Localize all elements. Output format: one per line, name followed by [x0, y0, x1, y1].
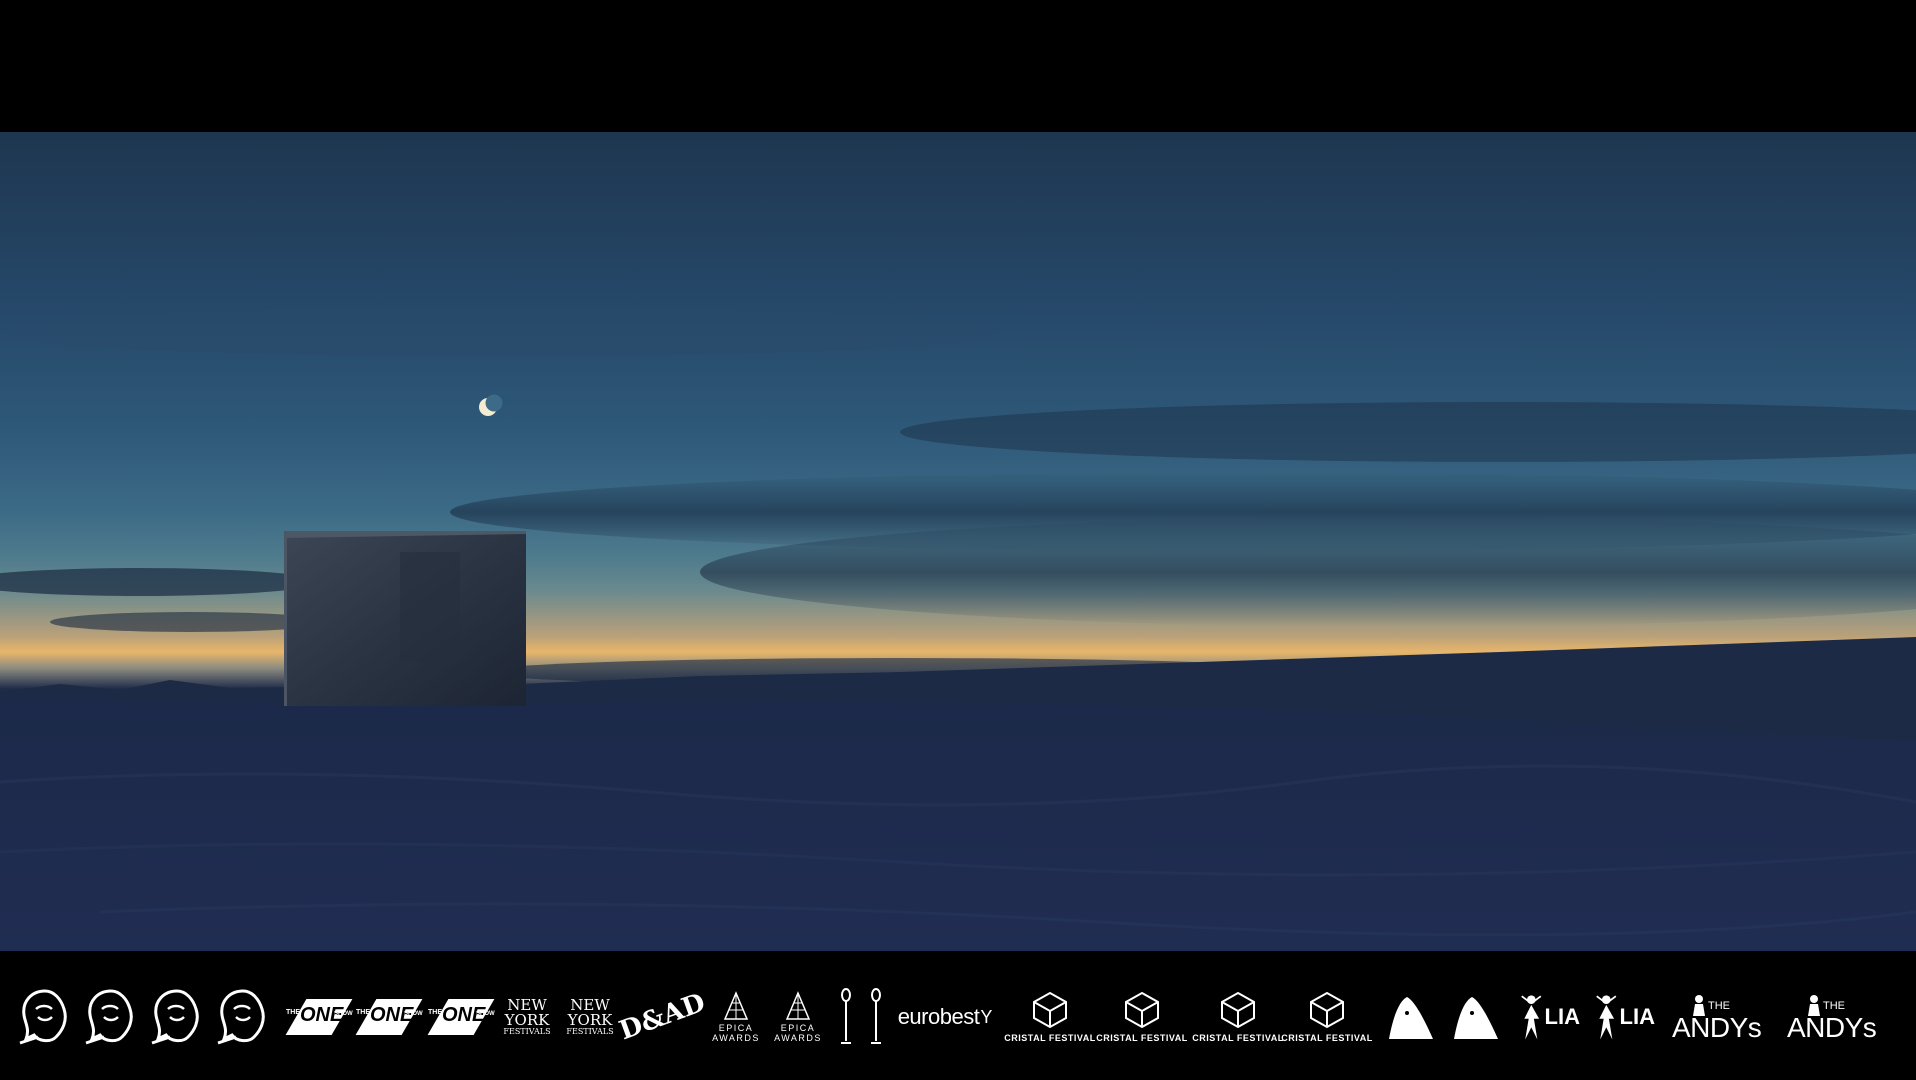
cristal-cube-icon: [1221, 991, 1255, 1029]
epica-line1: EPICA: [718, 1023, 754, 1033]
cristal-cube-icon: [1310, 991, 1344, 1029]
one-show-show: SHOW: [404, 1011, 423, 1017]
lia-label: LIA: [1619, 1004, 1655, 1029]
epica-line2: AWARDS: [774, 1033, 822, 1043]
snow-field: [0, 696, 1916, 951]
shark-fin-icon: [1454, 997, 1498, 1039]
lia-logo: LIA: [1595, 987, 1655, 1047]
cannes-lions-logo: [214, 987, 272, 1047]
nyf-line2: YORK: [504, 1011, 550, 1029]
cristal-cube-icon: [1033, 991, 1067, 1029]
lion-icon: [85, 989, 133, 1045]
lion-icon: [19, 989, 67, 1045]
one-show-the: THE: [356, 1009, 370, 1016]
one-show-logo: THE ONE SHOW: [285, 987, 353, 1047]
andys-logo: THE ANDYs: [1785, 987, 1885, 1047]
cannes-lions-logo: [16, 987, 74, 1047]
one-show-logo: THE ONE SHOW: [355, 987, 423, 1047]
andys-label: ANDYs: [1672, 1012, 1762, 1043]
shark-fin-icon: [1389, 997, 1433, 1039]
lia-label: LIA: [1544, 1004, 1580, 1029]
snow-landscape-photo: [0, 132, 1916, 951]
cristal-cube-icon: [1125, 991, 1159, 1029]
cristal-festival-logo: CRISTAL FESTIVAL: [1004, 987, 1095, 1047]
andys-the: THE: [1708, 1000, 1730, 1012]
nyf-line2: YORK: [567, 1011, 613, 1029]
lia-figure-icon: [1596, 995, 1617, 1040]
cristal-festival-logo: CRISTAL FESTIVAL: [1096, 987, 1187, 1047]
cannes-lions-logo: [82, 987, 140, 1047]
epica-awards-logo: EPICA AWARDS: [712, 987, 760, 1047]
pyramid-icon: [723, 991, 749, 1020]
pencil-award-logo: [868, 987, 884, 1047]
pencil-award-icon: [871, 988, 881, 1044]
cristal-label: CRISTAL FESTIVAL: [1192, 1033, 1284, 1043]
one-show-show: SHOW: [334, 1011, 353, 1017]
lion-icon: [151, 989, 199, 1045]
one-show-show: SHOW: [476, 1011, 495, 1017]
pencil-award-icon: [841, 988, 851, 1044]
cristal-festival-logo: CRISTAL FESTIVAL: [1281, 987, 1372, 1047]
eurobest-logo: eurobest Y: [897, 987, 993, 1047]
epica-line2: AWARDS: [712, 1033, 760, 1043]
andys-logo: THE ANDYs: [1670, 987, 1770, 1047]
cannes-lions-logo: [148, 987, 206, 1047]
epica-awards-logo: EPICA AWARDS: [774, 987, 822, 1047]
one-show-logo: THE ONE SHOW: [427, 987, 495, 1047]
crescent-moon-icon: [479, 394, 503, 416]
pencil-award-logo: [838, 987, 854, 1047]
mirror-cube: [284, 531, 526, 706]
landscape-illustration: [0, 307, 1916, 951]
top-letterbox-bar: [0, 0, 1916, 132]
eurobest-label: eurobest: [897, 1004, 980, 1029]
dandad-logo: D&AD: [615, 987, 709, 1047]
nyf-line3: FESTIVALS: [566, 1027, 614, 1036]
cristal-festival-logo: CRISTAL FESTIVAL: [1192, 987, 1283, 1047]
epica-line1: EPICA: [780, 1023, 816, 1033]
new-york-festivals-logo: NEW YORK FESTIVALS: [503, 987, 551, 1047]
one-show-the: THE: [286, 1009, 300, 1016]
dandad-label: D&AD: [615, 987, 709, 1047]
cristal-label: CRISTAL FESTIVAL: [1004, 1033, 1096, 1043]
cristal-label: CRISTAL FESTIVAL: [1281, 1033, 1373, 1043]
andys-the: THE: [1823, 1000, 1845, 1012]
nyf-line3: FESTIVALS: [503, 1027, 551, 1036]
awards-logo-bar: THE ONE SHOW THE ONE SHOW THE ONE SHOW N…: [0, 951, 1916, 1080]
eurobest-trophy-icon: Y: [980, 1006, 993, 1027]
pyramid-icon: [785, 991, 811, 1020]
lion-icon: [217, 989, 265, 1045]
cristal-label: CRISTAL FESTIVAL: [1096, 1033, 1188, 1043]
one-show-the: THE: [428, 1009, 442, 1016]
shark-award-logo: [1450, 987, 1502, 1047]
lia-figure-icon: [1521, 995, 1542, 1040]
shark-award-logo: [1385, 987, 1437, 1047]
andys-label: ANDYs: [1787, 1012, 1877, 1043]
lia-logo: LIA: [1520, 987, 1580, 1047]
new-york-festivals-logo: NEW YORK FESTIVALS: [566, 987, 614, 1047]
